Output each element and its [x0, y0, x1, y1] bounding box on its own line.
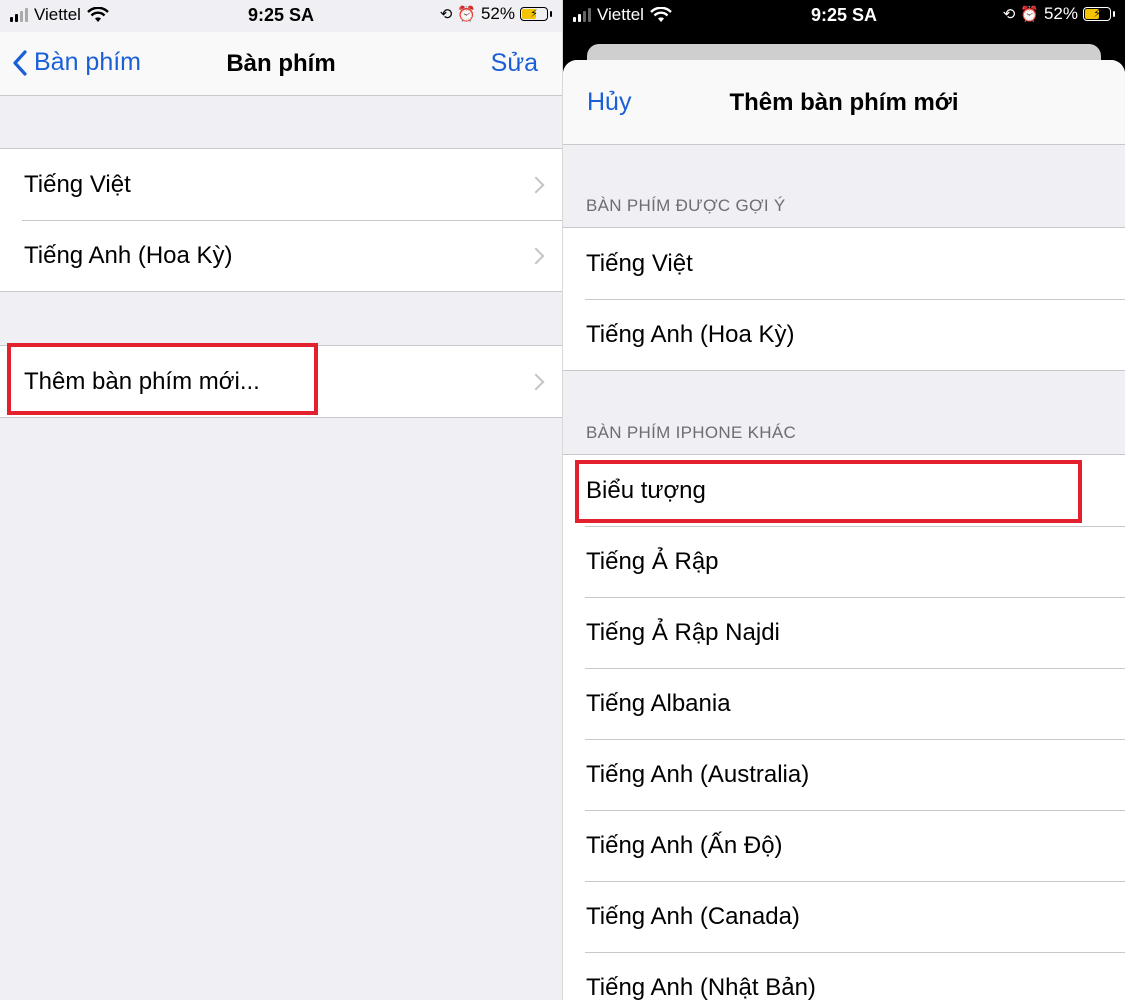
navigation-bar: Bàn phím Bàn phím Sửa: [0, 32, 562, 96]
keyboard-label: Tiếng Ả Rập Najdi: [586, 618, 780, 646]
sheet-title: Thêm bàn phím mới: [729, 89, 959, 116]
add-keyboard-label: Thêm bàn phím mới...: [24, 367, 260, 395]
list-item[interactable]: Tiếng Anh (Nhật Bản): [563, 952, 1125, 1000]
battery-percent: 52%: [480, 4, 515, 23]
list-item[interactable]: Tiếng Ả Rập Najdi: [563, 597, 1125, 668]
suggested-keyboard-list: Tiếng Việt Tiếng Anh (Hoa Kỳ): [563, 227, 1125, 371]
alarm-icon: ⏰: [457, 6, 476, 23]
status-bar: Viettel 9:25 SA ⟲ ⏰ 52% ⚡: [563, 0, 1125, 32]
status-right: ⟲ ⏰ 52% ⚡: [1002, 4, 1115, 24]
list-item[interactable]: Tiếng Anh (Australia): [563, 739, 1125, 810]
keyboard-label: Tiếng Việt: [586, 249, 693, 277]
status-right: ⟲ ⏰ 52% ⚡: [439, 4, 552, 24]
battery-icon: ⚡: [520, 7, 552, 21]
keyboard-label: Tiếng Anh (Australia): [586, 760, 810, 788]
keyboards-screen: Viettel 9:25 SA ⟲ ⏰ 52% ⚡ Bàn phím Bàn p…: [0, 0, 562, 1000]
keyboard-label: Biểu tượng: [586, 476, 706, 504]
keyboard-label: Tiếng Việt: [24, 170, 131, 198]
status-bar: Viettel 9:25 SA ⟲ ⏰ 52% ⚡: [0, 0, 562, 32]
rotation-lock-icon: ⟲: [439, 6, 453, 23]
battery-percent: 52%: [1043, 4, 1078, 23]
keyboard-label: Tiếng Anh (Canada): [586, 902, 800, 930]
keyboard-label: Tiếng Ả Rập: [586, 547, 719, 575]
edit-button[interactable]: Sửa: [491, 49, 538, 78]
chevron-right-icon: [527, 373, 545, 390]
list-item[interactable]: Tiếng Anh (Canada): [563, 881, 1125, 952]
section-header-other: BÀN PHÍM IPHONE KHÁC: [586, 423, 797, 442]
page-title: Bàn phím: [226, 50, 336, 77]
section-header-suggested: BÀN PHÍM ĐƯỢC GỢI Ý: [586, 196, 786, 215]
chevron-right-icon: [527, 176, 545, 193]
list-item[interactable]: Tiếng Albania: [563, 668, 1125, 739]
other-keyboard-list: Biểu tượng Tiếng Ả Rập Tiếng Ả Rập Najdi…: [563, 454, 1125, 1000]
keyboard-label: Tiếng Anh (Nhật Bản): [586, 973, 816, 1000]
list-item[interactable]: Tiếng Anh (Hoa Kỳ): [0, 220, 562, 291]
keyboard-label: Tiếng Anh (Hoa Kỳ): [586, 320, 795, 348]
add-keyboard-row[interactable]: Thêm bàn phím mới...: [0, 346, 562, 417]
alarm-icon: ⏰: [1020, 6, 1039, 23]
sheet-header: Hủy Thêm bàn phím mới: [563, 60, 1125, 145]
list-item[interactable]: Tiếng Anh (Hoa Kỳ): [563, 299, 1125, 370]
rotation-lock-icon: ⟲: [1002, 6, 1016, 23]
list-item[interactable]: Tiếng Việt: [563, 228, 1125, 299]
add-keyboard-screen: Viettel 9:25 SA ⟲ ⏰ 52% ⚡ Hủy Thêm bàn p…: [563, 0, 1125, 1000]
list-item[interactable]: Tiếng Anh (Ấn Độ): [563, 810, 1125, 881]
keyboard-label: Tiếng Anh (Ấn Độ): [586, 831, 783, 859]
chevron-right-icon: [527, 247, 545, 264]
list-item[interactable]: Tiếng Ả Rập: [563, 526, 1125, 597]
keyboard-label: Tiếng Anh (Hoa Kỳ): [24, 241, 233, 269]
keyboard-list: Tiếng Việt Tiếng Anh (Hoa Kỳ): [0, 148, 562, 292]
add-keyboard-group: Thêm bàn phím mới...: [0, 345, 562, 418]
list-item[interactable]: Tiếng Việt: [0, 149, 562, 220]
battery-icon: ⚡: [1083, 7, 1115, 21]
modal-sheet: Hủy Thêm bàn phím mới BÀN PHÍM ĐƯỢC GỢI …: [563, 60, 1125, 1000]
keyboard-label: Tiếng Albania: [586, 689, 731, 717]
list-item[interactable]: Biểu tượng: [563, 455, 1125, 526]
